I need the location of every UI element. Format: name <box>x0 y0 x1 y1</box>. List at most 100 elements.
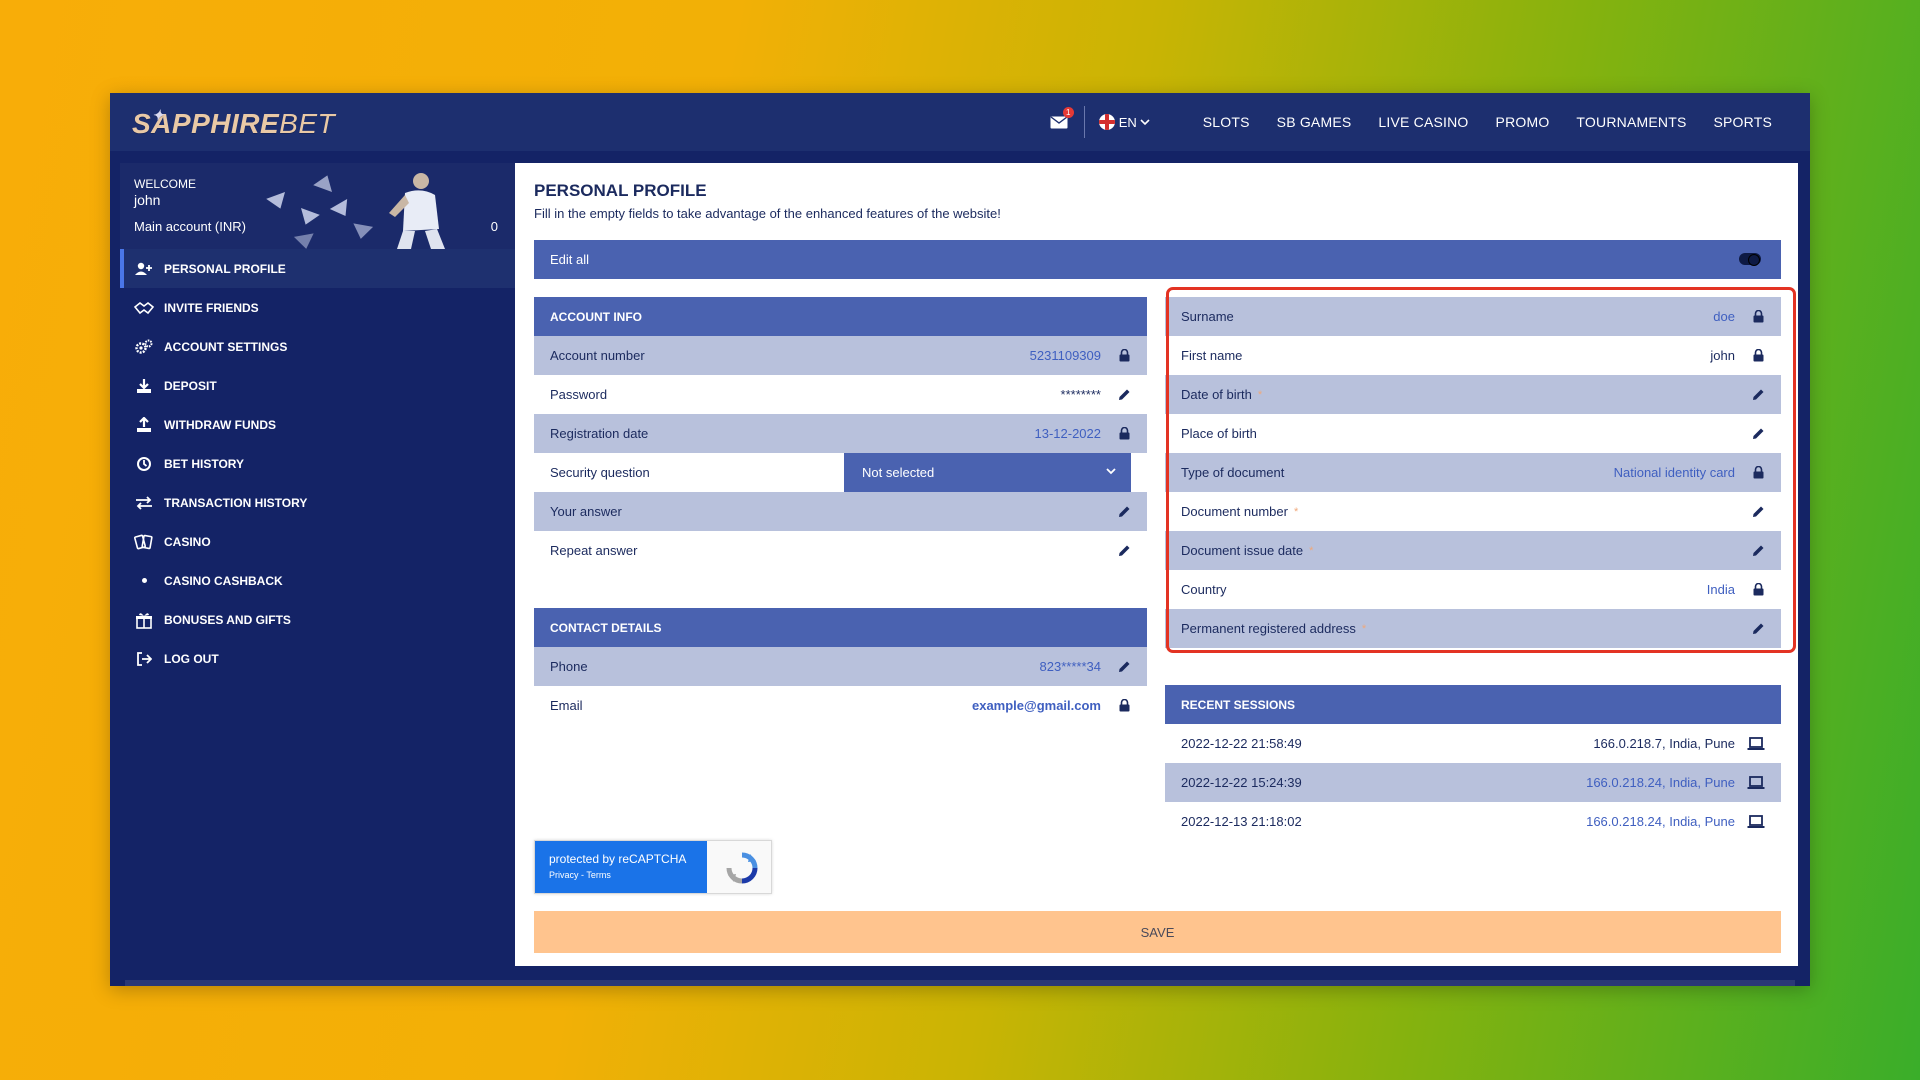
recaptcha-logo-icon <box>726 852 758 884</box>
lock-icon <box>1751 349 1765 363</box>
pencil-icon[interactable] <box>1751 427 1765 441</box>
recaptcha-line1: protected by reCAPTCHA <box>549 852 687 866</box>
bottom-scrollbar[interactable] <box>125 980 1795 986</box>
sidebar-item-label: DEPOSIT <box>164 378 217 393</box>
registration-date-label: Registration date <box>550 426 649 441</box>
password-row[interactable]: Password ******** <box>534 375 1147 414</box>
upload-icon <box>134 416 154 434</box>
sidebar-item-label: BONUSES AND GIFTS <box>164 612 291 627</box>
security-question-label: Security question <box>550 465 650 480</box>
session-row: 2022-12-22 15:24:39 166.0.218.24, India,… <box>1165 763 1781 802</box>
pencil-icon[interactable] <box>1751 388 1765 402</box>
decor-shard <box>350 223 374 241</box>
place-of-birth-row[interactable]: Place of birth <box>1165 414 1781 453</box>
pencil-icon[interactable] <box>1117 660 1131 674</box>
sidebar-item-casino-cashback[interactable]: CASINO CASHBACK <box>120 561 520 600</box>
session-info: 166.0.218.24, India, Pune <box>1586 775 1735 790</box>
logo[interactable]: ✦ SAPPHIRE BET <box>132 103 335 145</box>
recaptcha-badge[interactable]: protected by reCAPTCHA Privacy - Terms <box>534 840 772 894</box>
edit-all-bar: Edit all <box>534 240 1781 279</box>
nav-live-casino[interactable]: LIVE CASINO <box>1378 114 1468 130</box>
repeat-answer-row[interactable]: Repeat answer <box>534 531 1147 570</box>
email-label: Email <box>550 698 583 713</box>
sidebar-item-bonuses-and-gifts[interactable]: BONUSES AND GIFTS <box>120 600 520 639</box>
email-row: Email example@gmail.com <box>534 686 1147 725</box>
your-answer-row[interactable]: Your answer <box>534 492 1147 531</box>
sidebar-item-casino[interactable]: CASINO <box>120 522 520 561</box>
save-button[interactable]: SAVE <box>534 911 1781 953</box>
edit-all-toggle[interactable] <box>1739 253 1761 266</box>
password-value: ******** <box>1060 387 1101 402</box>
security-question-select[interactable]: Not selected <box>844 453 1131 492</box>
first-name-label: First name <box>1181 348 1243 363</box>
sidebar-item-log-out[interactable]: LOG OUT <box>120 639 520 678</box>
nav-tournaments[interactable]: TOURNAMENTS <box>1576 114 1686 130</box>
account-info-section: ACCOUNT INFO Account number 5231109309 P… <box>534 297 1147 570</box>
registration-date-row: Registration date 13-12-2022 <box>534 414 1147 453</box>
surname-row: Surname doe <box>1165 297 1781 336</box>
gears-icon <box>134 338 154 356</box>
document-type-value: National identity card <box>1613 465 1735 480</box>
sidebar-item-label: ACCOUNT SETTINGS <box>164 339 288 354</box>
document-issue-date-label: Document issue date <box>1181 543 1304 558</box>
language-label: EN <box>1118 114 1137 130</box>
decor-shard <box>293 233 317 249</box>
session-time: 2022-12-22 21:58:49 <box>1181 736 1302 751</box>
nav-promo[interactable]: PROMO <box>1496 114 1550 130</box>
pencil-icon[interactable] <box>1751 505 1765 519</box>
contact-details-section: CONTACT DETAILS Phone 823*****34 Email e… <box>534 608 1147 725</box>
personal-details-section: Surname doe First name john Date of birt… <box>1165 297 1781 648</box>
lock-icon <box>1117 349 1131 363</box>
welcome-card: WELCOME john Main account (INR) 0 <box>120 163 520 249</box>
sidebar-item-label: PERSONAL PROFILE <box>164 261 286 276</box>
language-selector[interactable]: EN <box>1098 114 1150 130</box>
recent-sessions-heading: RECENT SESSIONS <box>1165 685 1781 724</box>
user-plus-icon <box>134 260 154 278</box>
security-question-value: Not selected <box>862 465 935 480</box>
chevron-down-icon <box>1140 119 1150 126</box>
pencil-icon[interactable] <box>1751 622 1765 636</box>
phone-label: Phone <box>550 659 588 674</box>
pencil-icon[interactable] <box>1117 505 1131 519</box>
sidebar-item-label: CASINO <box>164 534 211 549</box>
pencil-icon[interactable] <box>1751 544 1765 558</box>
country-row: Country India <box>1165 570 1781 609</box>
session-row: 2022-12-13 21:18:02 166.0.218.24, India,… <box>1165 802 1781 841</box>
sidebar-item-account-settings[interactable]: ACCOUNT SETTINGS <box>120 327 520 366</box>
date-of-birth-row[interactable]: Date of birth * <box>1165 375 1781 414</box>
handshake-icon <box>134 299 154 317</box>
sidebar-item-deposit[interactable]: DEPOSIT <box>120 366 520 405</box>
account-balance: 0 <box>490 219 498 234</box>
chevron-down-icon <box>1106 468 1116 475</box>
session-info: 166.0.218.7, India, Pune <box>1593 736 1735 751</box>
sidebar-item-personal-profile[interactable]: PERSONAL PROFILE <box>120 249 520 288</box>
pencil-icon[interactable] <box>1117 544 1131 558</box>
document-issue-date-row[interactable]: Document issue date * <box>1165 531 1781 570</box>
nav-sports[interactable]: SPORTS <box>1713 114 1772 130</box>
pencil-icon[interactable] <box>1117 388 1131 402</box>
mail-icon[interactable]: 1 <box>1048 107 1074 133</box>
session-info: 166.0.218.24, India, Pune <box>1586 814 1735 829</box>
nav-slots[interactable]: SLOTS <box>1203 114 1250 130</box>
recaptcha-line2[interactable]: Privacy - Terms <box>549 870 707 880</box>
page-title: PERSONAL PROFILE <box>534 181 707 200</box>
document-type-row: Type of document National identity card <box>1165 453 1781 492</box>
phone-row[interactable]: Phone 823*****34 <box>534 647 1147 686</box>
address-row[interactable]: Permanent registered address * <box>1165 609 1781 648</box>
required-mark: * <box>1361 622 1367 635</box>
edit-all-label: Edit all <box>550 252 590 267</box>
date-of-birth-label: Date of birth <box>1181 387 1252 402</box>
logo-suffix: BET <box>279 108 336 139</box>
lock-icon <box>1117 699 1131 713</box>
sidebar-item-bet-history[interactable]: BET HISTORY <box>120 444 520 483</box>
place-of-birth-label: Place of birth <box>1181 426 1257 441</box>
sidebar-item-label: BET HISTORY <box>164 456 245 471</box>
sidebar-item-label: INVITE FRIENDS <box>164 300 259 315</box>
nav-sb-games[interactable]: SB GAMES <box>1277 114 1352 130</box>
document-number-row[interactable]: Document number * <box>1165 492 1781 531</box>
sidebar-item-withdraw-funds[interactable]: WITHDRAW FUNDS <box>120 405 520 444</box>
sidebar-item-label: LOG OUT <box>164 651 219 666</box>
sidebar-item-invite-friends[interactable]: INVITE FRIENDS <box>120 288 520 327</box>
sidebar-item-transaction-history[interactable]: TRANSACTION HISTORY <box>120 483 520 522</box>
sidebar-item-label: TRANSACTION HISTORY <box>164 495 308 510</box>
